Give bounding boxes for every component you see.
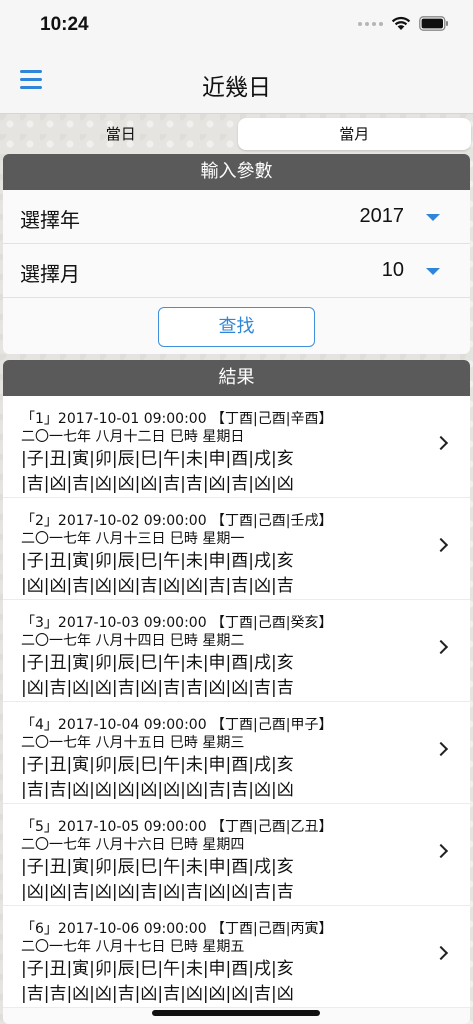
result-lunar-date: 二〇一七年 八月十六日 巳時 星期四 (21, 837, 245, 853)
list-item[interactable]: 「4」2017-10-04 09:00:00 【丁酉|己酉|甲子】 二〇一七年 … (3, 702, 470, 804)
result-lunar-date: 二〇一七年 八月十三日 巳時 星期一 (21, 531, 245, 547)
result-list: 「1」2017-10-01 09:00:00 【丁酉|己酉|辛酉】 二〇一七年 … (3, 396, 470, 1008)
signal-icon (358, 21, 383, 26)
dropdown-arrow-icon[interactable] (426, 214, 440, 221)
result-title: 「2」2017-10-02 09:00:00 【丁酉|己酉|壬戌】 (21, 513, 333, 529)
battery-icon (419, 16, 448, 31)
tab-this-month[interactable]: 當月 (237, 118, 471, 150)
year-row[interactable]: 選擇年 2017 (3, 190, 470, 244)
result-panel: 結果 「1」2017-10-01 09:00:00 【丁酉|己酉|辛酉】 二〇一… (3, 360, 470, 1024)
result-branches: |子|丑|寅|卯|辰|巳|午|未|申|酉|戌|亥 (21, 551, 294, 571)
input-panel: 輸入參數 選擇年 2017 選擇月 10 查找 (3, 154, 470, 354)
list-item[interactable]: 「5」2017-10-05 09:00:00 【丁酉|己酉|乙丑】 二〇一七年 … (3, 804, 470, 906)
home-indicator[interactable] (152, 1010, 320, 1016)
result-luck: |吉|吉|凶|凶|吉|凶|吉|凶|凶|凶|吉|凶 (21, 984, 294, 1004)
input-panel-header: 輸入參數 (3, 154, 470, 190)
result-title: 「5」2017-10-05 09:00:00 【丁酉|己酉|乙丑】 (21, 819, 333, 835)
segmented-control: 當日 當月 (4, 118, 471, 150)
result-luck: |凶|凶|吉|凶|凶|吉|凶|凶|吉|吉|凶|吉 (21, 576, 294, 596)
screen: 10:24 近幾日 當日 當月 輸入參數 選擇年 2017 選擇月 10 查找 … (0, 0, 473, 1024)
tab-today[interactable]: 當日 (4, 118, 238, 150)
result-panel-header: 結果 (3, 360, 470, 396)
result-luck: |凶|凶|吉|凶|凶|吉|凶|吉|凶|凶|吉|吉 (21, 882, 294, 902)
result-branches: |子|丑|寅|卯|辰|巳|午|未|申|酉|戌|亥 (21, 959, 294, 979)
dropdown-arrow-icon[interactable] (426, 268, 440, 275)
status-bar: 10:24 (0, 0, 473, 52)
status-icons (358, 16, 449, 31)
query-button[interactable]: 查找 (158, 307, 315, 347)
month-label: 選擇月 (20, 262, 80, 286)
list-item[interactable]: 「6」2017-10-06 09:00:00 【丁酉|己酉|丙寅】 二〇一七年 … (3, 906, 470, 1008)
result-title: 「6」2017-10-06 09:00:00 【丁酉|己酉|丙寅】 (21, 921, 333, 937)
list-item[interactable]: 「3」2017-10-03 09:00:00 【丁酉|己酉|癸亥】 二〇一七年 … (3, 600, 470, 702)
result-luck: |凶|吉|凶|凶|吉|凶|吉|吉|凶|凶|吉|吉 (21, 678, 294, 698)
page-title: 近幾日 (202, 75, 271, 101)
list-item[interactable]: 「2」2017-10-02 09:00:00 【丁酉|己酉|壬戌】 二〇一七年 … (3, 498, 470, 600)
nav-bar: 近幾日 (0, 52, 473, 114)
year-value[interactable]: 2017 (360, 205, 405, 228)
result-lunar-date: 二〇一七年 八月十二日 巳時 星期日 (21, 429, 245, 445)
result-branches: |子|丑|寅|卯|辰|巳|午|未|申|酉|戌|亥 (21, 755, 294, 775)
result-lunar-date: 二〇一七年 八月十五日 巳時 星期三 (21, 735, 245, 751)
result-title: 「3」2017-10-03 09:00:00 【丁酉|己酉|癸亥】 (21, 615, 333, 631)
year-label: 選擇年 (20, 208, 80, 232)
list-item[interactable]: 「1」2017-10-01 09:00:00 【丁酉|己酉|辛酉】 二〇一七年 … (3, 396, 470, 498)
result-branches: |子|丑|寅|卯|辰|巳|午|未|申|酉|戌|亥 (21, 449, 294, 469)
result-branches: |子|丑|寅|卯|辰|巳|午|未|申|酉|戌|亥 (21, 857, 294, 877)
status-time: 10:24 (40, 14, 89, 35)
wifi-icon (391, 16, 411, 30)
result-branches: |子|丑|寅|卯|辰|巳|午|未|申|酉|戌|亥 (21, 653, 294, 673)
result-luck: |吉|吉|凶|凶|凶|凶|凶|凶|吉|吉|凶|凶 (21, 780, 294, 800)
result-lunar-date: 二〇一七年 八月十七日 巳時 星期五 (21, 939, 245, 955)
month-row[interactable]: 選擇月 10 (3, 244, 470, 298)
result-lunar-date: 二〇一七年 八月十四日 巳時 星期二 (21, 633, 245, 649)
month-value[interactable]: 10 (382, 259, 404, 282)
result-title: 「1」2017-10-01 09:00:00 【丁酉|己酉|辛酉】 (21, 411, 333, 427)
result-title: 「4」2017-10-04 09:00:00 【丁酉|己酉|甲子】 (21, 717, 333, 733)
result-luck: |吉|凶|吉|凶|凶|凶|吉|吉|凶|吉|凶|凶 (21, 474, 294, 494)
